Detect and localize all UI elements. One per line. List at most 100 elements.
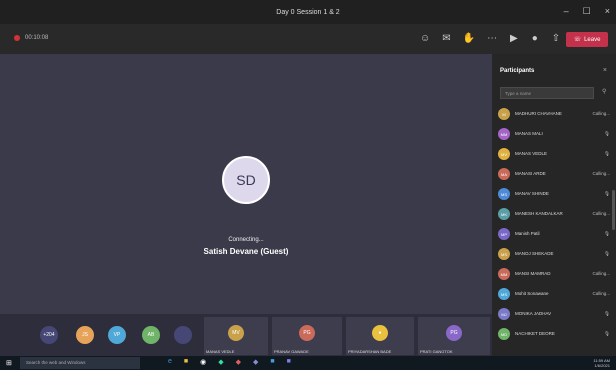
microphone-icon: 🎙 [604, 191, 610, 196]
callee-name: Satish Devane (Guest) [203, 247, 289, 256]
participant-avatar: M [498, 108, 510, 120]
media-controls: ▶ ● ⇧ [510, 33, 560, 44]
participant-search-input[interactable]: Type a name [500, 87, 594, 99]
meeting-toolbar: 00:10:08 ☺ ✉ ✋ ⋯ ▶ ● ⇧ ☏ Leave [0, 24, 616, 54]
toolbar-actions: ☺ ✉ ✋ ⋯ [420, 33, 497, 44]
minimize-button[interactable]: – [564, 6, 569, 17]
participant-name: Mohit Sonawane [515, 291, 549, 296]
participants-panel: Participants × Type a name ⚲ M MADHURI CH… [492, 54, 616, 356]
participant-strip: +204 JS VP AB MV MANAS VEDLE PG PRANAV G… [0, 314, 492, 356]
participant-avatar: MM [498, 268, 510, 280]
participants-icon[interactable]: ☺ [420, 33, 430, 44]
tile-avatar: ● [372, 325, 388, 341]
participant-avatar: MP [498, 228, 510, 240]
participant-name: MANOJ SHEKADE [515, 251, 554, 256]
microphone-icon: 🎙 [604, 251, 610, 256]
meeting-timer: 00:10:08 [25, 35, 49, 41]
app-icon[interactable]: ■ [270, 358, 274, 366]
participant-name: MANESH KANDALKAR [515, 211, 563, 216]
participant-row[interactable]: MP Manish Patil 🎙 [498, 225, 614, 245]
participant-status: Calling... [592, 171, 610, 176]
tile-name: PRATI GANGTOK [420, 349, 453, 354]
participant-row[interactable]: MS MANAV SHINDE 🎙 [498, 185, 614, 205]
leave-button[interactable]: ☏ Leave [566, 32, 608, 47]
chrome-icon[interactable]: ◉ [200, 358, 206, 366]
participant-status: Calling... [592, 211, 610, 216]
microphone-icon: 🎙 [604, 331, 610, 336]
microphone-icon: 🎙 [604, 311, 610, 316]
teams-icon[interactable]: ■ [287, 358, 291, 366]
participant-name: MANASI ARDE [515, 171, 546, 176]
recording-indicator: 00:10:08 [14, 35, 48, 41]
file-explorer-icon[interactable]: ■ [184, 358, 188, 366]
more-options-icon[interactable]: ⋯ [487, 33, 497, 44]
raise-hand-icon[interactable]: ✋ [463, 33, 475, 44]
participant-row[interactable]: MA MANASI ARDE Calling... [498, 165, 614, 185]
participant-name: MANSI MAMRAD [515, 271, 551, 276]
windows-taskbar: ⊞ Search the web and Windows e ■ ◉ ◆ ◆ ◆… [0, 356, 616, 370]
chat-icon[interactable]: ✉ [442, 33, 450, 44]
participant-row[interactable]: MD NACHIKET DEORE 🎙 [498, 325, 614, 345]
participant-name: MANAS MALI [515, 131, 543, 136]
windows-start-icon[interactable]: ⊞ [6, 359, 12, 367]
participant-avatar[interactable]: VP [108, 326, 126, 344]
participant-row[interactable]: MM MANAS MALI 🎙 [498, 125, 614, 145]
participant-avatar: MA [498, 168, 510, 180]
record-dot-icon [14, 35, 20, 41]
participant-row[interactable]: MS Mohit Sonawane Calling... [498, 285, 614, 305]
participant-row[interactable]: MM MANSI MAMRAD Calling... [498, 265, 614, 285]
participant-name: MONIKA JADHAV [515, 311, 552, 316]
participant-avatar: MJ [498, 308, 510, 320]
edge-icon[interactable]: e [168, 358, 172, 366]
participant-status: Calling... [592, 111, 610, 116]
participant-avatar: MD [498, 328, 510, 340]
microphone-icon: 🎙 [604, 131, 610, 136]
connecting-status: Connecting... [228, 237, 264, 243]
participant-avatar: MS [498, 188, 510, 200]
participant-avatar: MS [498, 288, 510, 300]
participant-avatar[interactable]: JS [76, 326, 94, 344]
participant-status: Calling... [592, 271, 610, 276]
add-participant-icon[interactable]: ⚲ [602, 88, 606, 95]
participant-row[interactable]: MV MANAS VEDLE 🎙 [498, 145, 614, 165]
participant-row[interactable]: MK MANESH KANDALKAR Calling... [498, 205, 614, 225]
video-tile[interactable]: PG PRANAV GAWADE [272, 317, 342, 355]
participant-avatar: MM [498, 128, 510, 140]
tile-name: MANAS VEDLE [206, 349, 235, 354]
system-tray: 11:59 AM 1/6/2021 [593, 358, 610, 368]
share-screen-icon[interactable]: ⇧ [552, 33, 560, 44]
microphone-icon: 🎙 [604, 151, 610, 156]
panel-scrollbar[interactable] [612, 190, 615, 230]
overflow-participants-avatar[interactable]: +204 [40, 326, 58, 344]
phone-icon: ☏ [573, 37, 582, 43]
app-icon[interactable]: ◆ [218, 358, 223, 366]
app-icon[interactable]: ◆ [236, 358, 241, 366]
participant-avatar[interactable]: AB [142, 326, 160, 344]
participant-name: Manish Patil [515, 231, 540, 236]
participant-row[interactable]: MJ MONIKA JADHAV 🎙 [498, 305, 614, 325]
microphone-icon[interactable]: ● [532, 33, 538, 44]
participant-row[interactable]: MS MANOJ SHEKADE 🎙 [498, 245, 614, 265]
leave-label: Leave [584, 36, 601, 43]
close-window-button[interactable]: × [605, 6, 610, 17]
callee-avatar: SD [222, 156, 270, 204]
video-tile[interactable]: PG PRATI GANGTOK [418, 317, 490, 355]
video-tile[interactable]: ● PRIYADARSHAN BADE [346, 317, 414, 355]
microphone-icon: 🎙 [604, 231, 610, 236]
tile-avatar: MV [228, 325, 244, 341]
participant-avatar: MK [498, 208, 510, 220]
taskbar-search-input[interactable]: Search the web and Windows [20, 357, 140, 369]
maximize-button[interactable]: ☐ [583, 6, 591, 17]
participant-row[interactable]: M MADHURI CHAVHANE Calling... [498, 105, 614, 125]
participant-name: MANAV SHINDE [515, 191, 549, 196]
participant-name: MANAS VEDLE [515, 151, 548, 156]
participant-avatar: MV [498, 148, 510, 160]
participant-avatar[interactable] [174, 326, 192, 344]
close-icon[interactable]: × [603, 67, 607, 74]
tile-name: PRIYADARSHAN BADE [348, 349, 392, 354]
camera-icon[interactable]: ▶ [510, 33, 518, 44]
app-icon[interactable]: ◆ [253, 358, 258, 366]
video-tile[interactable]: MV MANAS VEDLE [204, 317, 268, 355]
participant-name: MADHURI CHAVHANE [515, 111, 562, 116]
window-title: Day 0 Session 1 & 2 [276, 8, 340, 16]
